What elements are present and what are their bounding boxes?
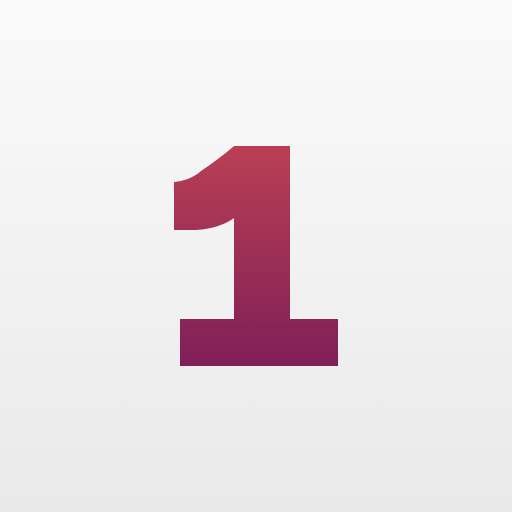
digit-tile: 1: [0, 0, 512, 512]
digit-one-shape: [174, 146, 338, 366]
digit-one-glyph: [174, 146, 338, 366]
